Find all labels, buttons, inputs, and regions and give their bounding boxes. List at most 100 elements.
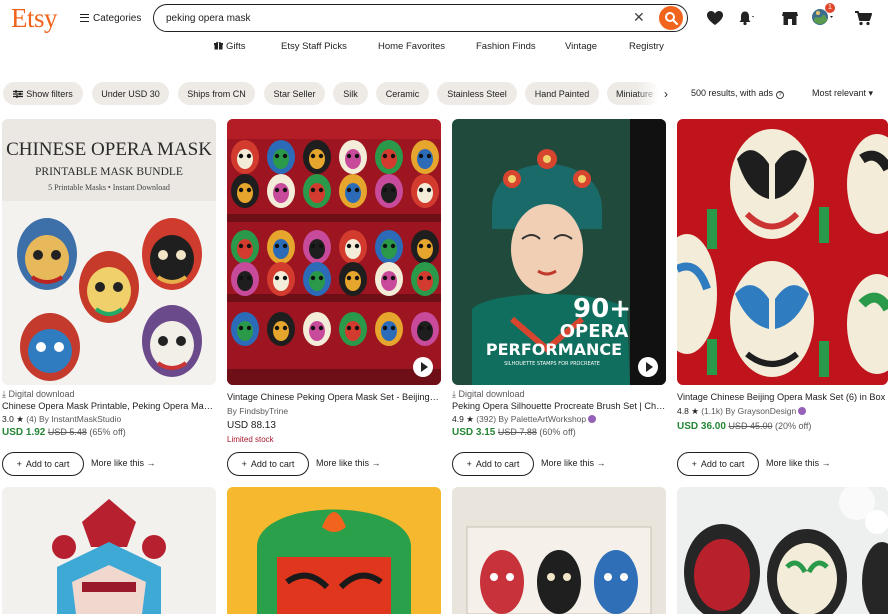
limited-stock-label: Limited stock	[227, 435, 274, 444]
cart-icon[interactable]	[854, 10, 872, 26]
more-like-this-link[interactable]: More like this →	[316, 458, 381, 468]
listing-image[interactable]	[2, 487, 216, 614]
arrow-right-icon: →	[596, 458, 606, 468]
star-icon: ★	[691, 406, 699, 416]
clear-search-icon[interactable]: ✕	[633, 9, 645, 26]
shop-manager-icon[interactable]	[781, 10, 799, 26]
chip-hand-painted[interactable]: Hand Painted	[525, 82, 599, 105]
more-like-this-link[interactable]: More like this →	[766, 458, 831, 468]
discount-label: (60% off)	[539, 427, 576, 437]
nav-gifts-label: Gifts	[226, 41, 246, 52]
arrow-right-icon: →	[146, 458, 156, 468]
listing-image[interactable]: CHINESE OPERA MASK PRINTABLE MASK BUNDLE…	[2, 119, 216, 385]
listing-image[interactable]	[677, 119, 888, 385]
add-to-cart-button[interactable]: + Add to cart	[2, 452, 84, 476]
chip-ships-from-cn[interactable]: Ships from CN	[178, 82, 255, 105]
video-play-icon[interactable]	[638, 357, 658, 377]
image-big-text: 90+	[573, 294, 631, 324]
listing-image-art	[227, 119, 441, 385]
more-like-this-label: More like this	[766, 458, 820, 468]
listing-image[interactable]	[227, 119, 441, 385]
etsy-logo[interactable]: Etsy	[11, 3, 58, 34]
listing-image[interactable]	[677, 487, 888, 614]
mask-figure	[231, 312, 259, 346]
mask-figure	[267, 230, 295, 264]
image-line1: OPERA	[560, 321, 629, 342]
search-bar: ✕	[153, 4, 688, 32]
results-count: 500 results, with ads?	[691, 88, 785, 99]
nav-registry[interactable]: Registry	[629, 41, 664, 52]
listing-title[interactable]: Vintage Chinese Beijing Opera Mask Set (…	[677, 392, 888, 402]
mask-figure	[267, 140, 295, 174]
scroll-right-chevron-icon[interactable]: ›	[664, 87, 668, 101]
price-line: USD 88.13	[227, 420, 441, 431]
more-like-this-link[interactable]: More like this →	[541, 458, 606, 468]
add-to-cart-button[interactable]: + Add to cart	[677, 452, 759, 476]
mask-figure	[267, 312, 295, 346]
nav-home-favorites[interactable]: Home Favorites	[378, 41, 445, 52]
price-line: USD 3.15 USD 7.88 (60% off)	[452, 427, 666, 438]
show-filters-button[interactable]: Show filters	[3, 82, 83, 105]
digital-download-tag: ⤓ Digital download	[452, 389, 666, 400]
mask-figure	[267, 174, 295, 208]
rating-value: 4.9	[452, 414, 464, 424]
chip-star-seller[interactable]: Star Seller	[264, 82, 325, 105]
video-play-icon[interactable]	[413, 357, 433, 377]
more-like-this-link[interactable]: More like this →	[91, 458, 156, 468]
mask-figure	[411, 230, 439, 264]
plus-icon: +	[466, 459, 472, 469]
chip-stainless-steel[interactable]: Stainless Steel	[437, 82, 517, 105]
shop-name[interactable]: By InstantMaskStudio	[39, 414, 121, 424]
star-seller-badge-icon	[798, 407, 807, 415]
listing-image-art: 90+ OPERA PERFORMANCE SILHOUETTE STAMPS …	[452, 119, 666, 385]
mask-figure	[411, 312, 439, 346]
download-label: Digital download	[458, 389, 525, 399]
mask-figure	[375, 230, 403, 264]
listing-image[interactable]	[452, 487, 666, 614]
shop-name[interactable]: By PaletteArtWorkshop	[498, 414, 586, 424]
gift-icon	[214, 41, 223, 50]
search-input[interactable]	[166, 10, 626, 26]
notifications-bell-icon[interactable]	[737, 10, 755, 26]
categories-button[interactable]: Categories	[80, 10, 141, 26]
category-nav: Gifts Etsy Staff Picks Home Favorites Fa…	[0, 38, 888, 58]
shop-name[interactable]: By GraysonDesign	[725, 406, 796, 416]
mask-figure	[339, 174, 367, 208]
chip-ceramic[interactable]: Ceramic	[376, 82, 429, 105]
more-like-this-label: More like this	[541, 458, 595, 468]
filter-sliders-icon	[13, 89, 24, 98]
nav-gifts[interactable]: Gifts	[214, 41, 246, 52]
chip-under-30[interactable]: Under USD 30	[92, 82, 169, 105]
image-caption: 5 Printable Masks • Instant Download	[48, 183, 170, 192]
review-count: (1.1k)	[701, 406, 723, 416]
nav-vintage[interactable]: Vintage	[565, 41, 597, 52]
shop-name[interactable]: By FindsbyTrine	[227, 406, 441, 416]
mask-figure	[231, 140, 259, 174]
listing-title[interactable]: Chinese Opera Mask Printable, Peking Ope…	[2, 401, 216, 411]
review-count: (4)	[26, 414, 37, 424]
plus-icon: +	[691, 459, 697, 469]
add-to-cart-button[interactable]: + Add to cart	[452, 452, 534, 476]
price-line: USD 1.92 USD 5.48 (65% off)	[2, 427, 216, 438]
listing-image[interactable]: 90+ OPERA PERFORMANCE SILHOUETTE STAMPS …	[452, 119, 666, 385]
mask-figure	[339, 230, 367, 264]
mask-figure	[339, 140, 367, 174]
listing-image-art	[227, 487, 441, 614]
listing-image-art	[452, 487, 666, 614]
add-to-cart-button[interactable]: + Add to cart	[227, 452, 309, 476]
sort-dropdown[interactable]: Most relevant ▾	[812, 88, 873, 99]
mask-figure	[375, 262, 403, 296]
listing-title[interactable]: Peking Opera Silhouette Procreate Brush …	[452, 401, 666, 411]
image-title: CHINESE OPERA MASK	[6, 139, 212, 160]
search-button[interactable]	[659, 6, 683, 30]
nav-fashion-finds[interactable]: Fashion Finds	[476, 41, 536, 52]
nav-staff-picks[interactable]: Etsy Staff Picks	[281, 41, 347, 52]
caret-down-icon: ▾	[868, 88, 874, 98]
favorites-heart-icon[interactable]	[706, 10, 724, 26]
listing-image[interactable]	[227, 487, 441, 614]
info-icon[interactable]: ?	[776, 91, 785, 99]
rating-value: 4.8	[677, 406, 689, 416]
image-line2: PERFORMANCE	[486, 340, 622, 359]
listing-title[interactable]: Vintage Chinese Peking Opera Mask Set - …	[227, 392, 441, 402]
chip-silk[interactable]: Silk	[333, 82, 368, 105]
